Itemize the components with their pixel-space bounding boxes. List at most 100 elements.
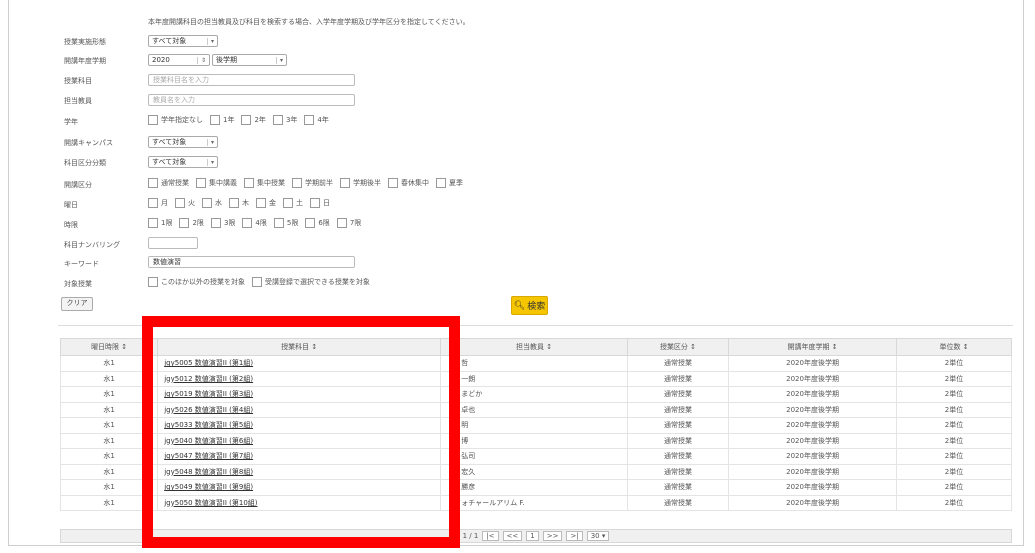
target-option[interactable]: 受講登録で選択できる授業を対象 xyxy=(252,277,370,287)
checkbox-icon xyxy=(175,198,185,208)
type-cell: 通常授業 xyxy=(626,370,730,387)
class-type-option[interactable]: 通常授業 xyxy=(148,178,189,188)
grade-option[interactable]: 4年 xyxy=(304,115,329,125)
class-type-option[interactable]: 春休集中 xyxy=(388,178,429,188)
first-page-button[interactable]: |< xyxy=(482,531,499,541)
checkbox-icon xyxy=(241,115,252,125)
checkbox-icon xyxy=(256,198,266,208)
grade-option[interactable]: 2年 xyxy=(241,115,266,125)
credits-cell: 2単位 xyxy=(896,386,1012,403)
weekday-option[interactable]: 月 xyxy=(148,198,168,208)
type-cell: 通常授業 xyxy=(626,386,730,403)
type-cell: 通常授業 xyxy=(626,417,730,434)
label-weekday: 曜日 xyxy=(64,201,78,209)
column-header-term[interactable]: 開講年度学期 ↕ xyxy=(728,338,898,356)
class-type-option[interactable]: 夏季 xyxy=(436,178,463,188)
period-option[interactable]: 5限 xyxy=(273,218,298,228)
teacher-cell: 一朗 xyxy=(440,370,628,387)
column-header-teacher[interactable]: 担当教員 ↕ xyxy=(440,338,628,356)
class-type-option[interactable]: 集中講義 xyxy=(196,178,237,188)
checkbox-icon xyxy=(148,218,158,228)
clear-button[interactable]: クリア xyxy=(61,297,93,311)
chevron-down-icon: ▾ xyxy=(206,138,214,146)
period-option[interactable]: 6限 xyxy=(305,218,330,228)
chevron-down-icon: ▾ xyxy=(206,158,214,166)
period-option[interactable]: 1限 xyxy=(148,218,172,228)
teacher-cell: フォチャールアリム F. xyxy=(440,494,628,511)
current-page[interactable]: 1 xyxy=(526,531,539,541)
label-numbering: 科目ナンバリング xyxy=(64,241,120,249)
grade-option[interactable]: 3年 xyxy=(272,115,297,125)
prev-page-button[interactable]: << xyxy=(502,531,523,541)
last-page-button[interactable]: >| xyxy=(566,531,583,541)
weekday-option[interactable]: 火 xyxy=(175,198,195,208)
type-cell: 通常授業 xyxy=(626,432,730,449)
teacher-cell: 宏久 xyxy=(440,463,628,480)
label-teacher: 担当教員 xyxy=(64,97,92,105)
label-campus: 開講キャンパス xyxy=(64,139,113,147)
class-type-option[interactable]: 集中授業 xyxy=(244,178,285,188)
weekday-options: 月 火 水 木 金 土 日 xyxy=(148,198,337,208)
checkbox-icon xyxy=(210,115,220,125)
term-cell: 2020年度後学期 xyxy=(728,432,898,449)
grade-option[interactable]: 1年 xyxy=(210,115,234,125)
type-cell: 通常授業 xyxy=(626,494,730,511)
period-option[interactable]: 3限 xyxy=(210,218,235,228)
per-page-select[interactable]: 30 ▾ xyxy=(586,531,610,541)
teacher-input[interactable]: 教員名を入力 xyxy=(148,94,355,106)
spinner-icon[interactable]: ⇕ xyxy=(196,56,206,64)
weekday-option[interactable]: 土 xyxy=(283,198,303,208)
teacher-cell: 卓也 xyxy=(440,401,628,418)
period-option[interactable]: 7限 xyxy=(336,218,361,228)
teacher-cell: 勝彦 xyxy=(440,479,628,496)
checkbox-icon xyxy=(148,277,158,287)
class-type-option[interactable]: 学期後半 xyxy=(340,178,381,188)
next-page-button[interactable]: >> xyxy=(542,531,563,541)
credits-cell: 2単位 xyxy=(896,432,1012,449)
term-cell: 2020年度後学期 xyxy=(728,417,898,434)
period-option[interactable]: 4限 xyxy=(242,218,267,228)
checkbox-icon xyxy=(202,198,212,208)
type-cell: 通常授業 xyxy=(626,463,730,480)
column-header-credits[interactable]: 単位数 ↕ xyxy=(896,338,1012,356)
label-period: 時限 xyxy=(64,221,78,229)
checkbox-icon xyxy=(340,178,350,188)
year-input[interactable]: 2020 ⇕ xyxy=(148,54,210,66)
label-year-term: 開講年度学期 xyxy=(64,57,106,65)
label-category: 科目区分分類 xyxy=(64,159,106,167)
keyword-input[interactable]: 数値演習 xyxy=(148,256,355,268)
category-select[interactable]: すべて対象 ▾ xyxy=(148,156,218,168)
campus-select[interactable]: すべて対象 ▾ xyxy=(148,136,218,148)
checkbox-icon xyxy=(336,218,347,228)
credits-cell: 2単位 xyxy=(896,417,1012,434)
checkbox-icon xyxy=(272,115,283,125)
weekday-option[interactable]: 水 xyxy=(202,198,222,208)
checkbox-icon xyxy=(179,218,190,228)
target-option[interactable]: このほか以外の授業を対象 xyxy=(148,277,245,287)
label-lesson-source: 授業実施形態 xyxy=(64,38,106,46)
numbering-input[interactable] xyxy=(148,237,198,249)
lesson-source-select[interactable]: すべて対象 ▾ xyxy=(148,35,218,47)
weekday-option[interactable]: 日 xyxy=(310,198,330,208)
term-cell: 2020年度後学期 xyxy=(728,370,898,387)
checkbox-icon xyxy=(210,218,221,228)
term-select[interactable]: 後学期 ▾ xyxy=(212,54,287,66)
chevron-down-icon: ▾ xyxy=(206,37,214,45)
weekday-option[interactable]: 金 xyxy=(256,198,276,208)
period-option[interactable]: 2限 xyxy=(179,218,204,228)
checkbox-icon xyxy=(388,178,398,188)
search-button[interactable]: 🔍︎ 検索 xyxy=(511,296,548,315)
type-cell: 通常授業 xyxy=(626,448,730,465)
term-cell: 2020年度後学期 xyxy=(728,448,898,465)
term-cell: 2020年度後学期 xyxy=(728,401,898,418)
label-grade: 学年 xyxy=(64,118,78,126)
credits-cell: 2単位 xyxy=(896,463,1012,480)
weekday-option[interactable]: 木 xyxy=(229,198,249,208)
class-type-option[interactable]: 学期前半 xyxy=(292,178,333,188)
checkbox-icon xyxy=(242,218,253,228)
grade-option[interactable]: 学年指定なし xyxy=(148,115,203,125)
credits-cell: 2単位 xyxy=(896,448,1012,465)
period-options: 1限 2限 3限 4限 5限 6限 7限 xyxy=(148,218,368,228)
course-name-input[interactable]: 授業科目名を入力 xyxy=(148,74,355,86)
column-header-type[interactable]: 授業区分 ↕ xyxy=(626,338,730,356)
